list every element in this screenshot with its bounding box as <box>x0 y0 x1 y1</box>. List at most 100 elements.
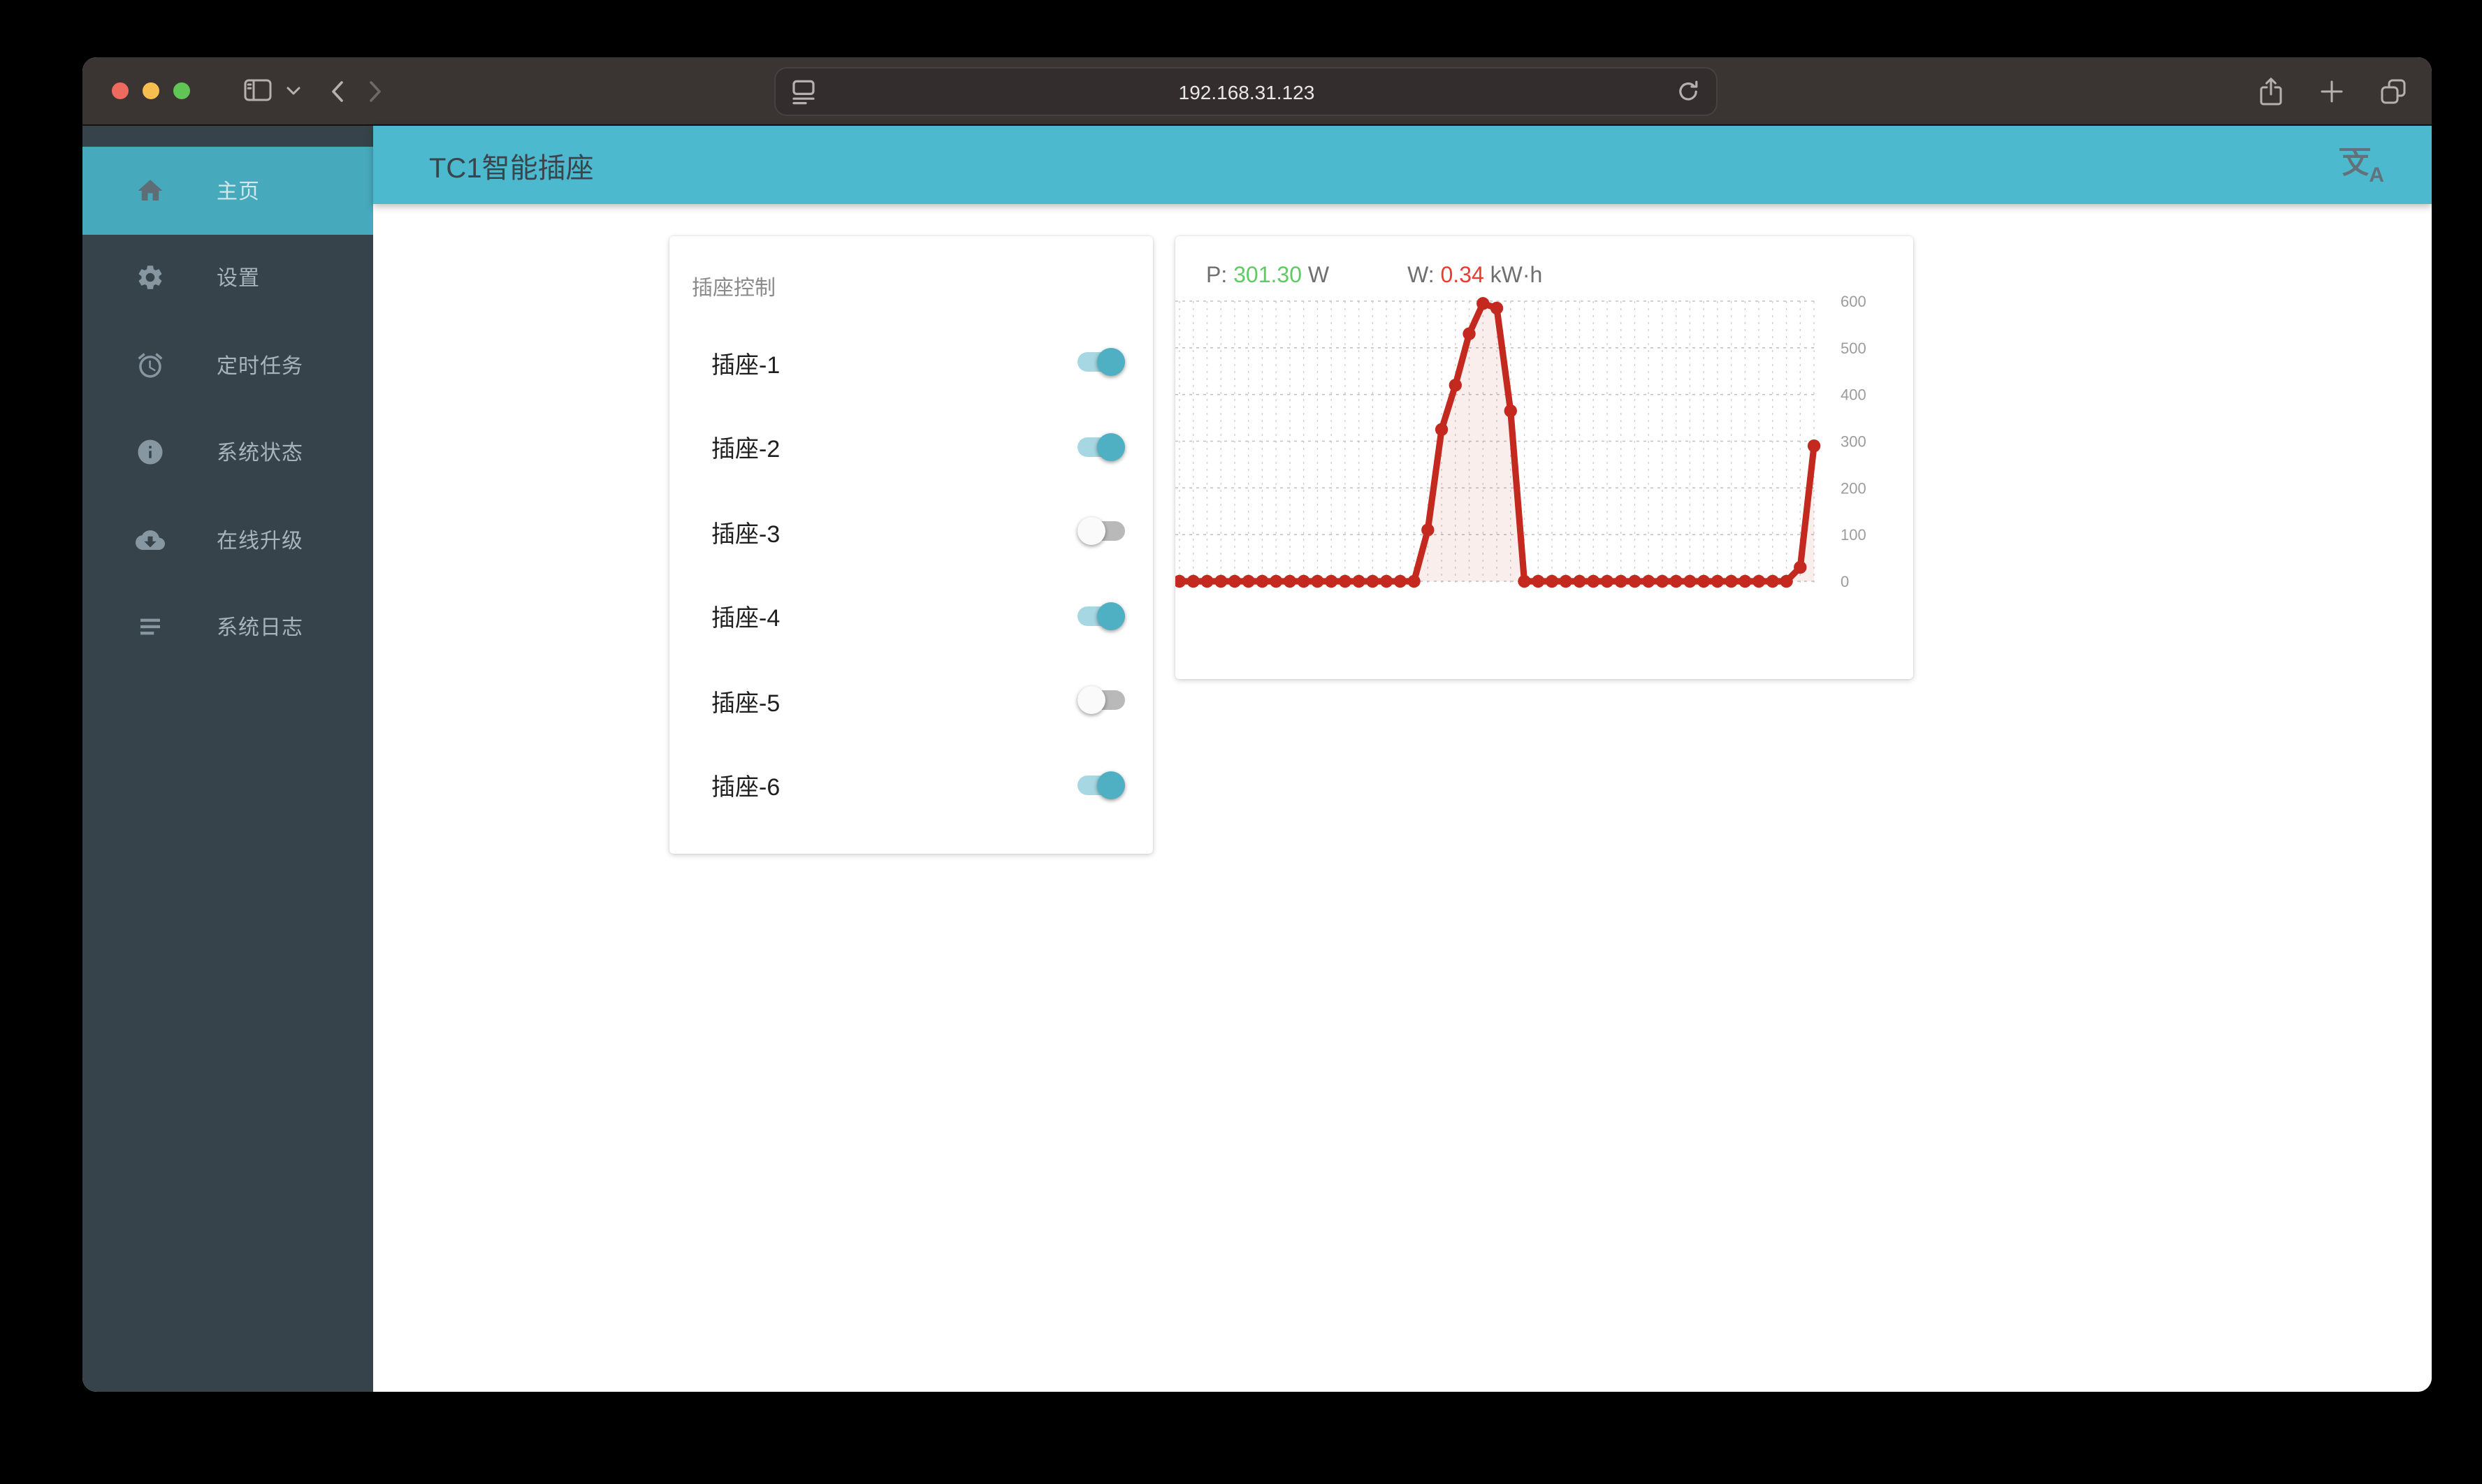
socket-label: 插座-6 <box>711 774 781 801</box>
toolbar-right-group <box>2258 57 2407 126</box>
alarm-icon <box>138 352 163 377</box>
sidebar-item-1[interactable]: 主页 <box>82 147 373 234</box>
y-axis-tick-label: 300 <box>1841 433 1866 451</box>
chart-point <box>1449 379 1462 392</box>
chart-point <box>1600 574 1614 588</box>
y-axis-tick-label: 600 <box>1841 293 1866 310</box>
socket-control-card: 插座控制 插座-1 插座-2 插座-3 插座-4 插座-5 插座-6 <box>669 236 1153 854</box>
chart-point <box>1242 574 1255 588</box>
back-chevron-icon <box>332 80 343 101</box>
forward-button[interactable] <box>369 80 382 101</box>
y-axis-tick-label: 500 <box>1841 340 1866 357</box>
socket-card-title: 插座控制 <box>692 277 776 300</box>
reload-icon[interactable] <box>1677 80 1699 103</box>
close-button[interactable] <box>112 82 129 99</box>
sidebar-item-label: 定时任务 <box>217 354 304 379</box>
chart-point <box>1573 574 1586 588</box>
y-axis-tick-label: 400 <box>1841 386 1866 404</box>
chart-point <box>1628 574 1641 588</box>
cloud-download-icon <box>136 530 165 550</box>
power-line-chart: 600 500 400 300 200 100 0 <box>1175 293 1866 590</box>
socket-row-2: 插座-2 <box>669 405 1153 489</box>
chart-point <box>1256 574 1269 588</box>
chart-point <box>1379 574 1393 588</box>
chart-point <box>1518 574 1531 588</box>
chart-point <box>1352 574 1365 588</box>
share-button[interactable] <box>2258 77 2284 106</box>
sidebar-item-label: 系统状态 <box>217 442 304 466</box>
minimize-button[interactable] <box>143 82 159 99</box>
browser-window: 192.168.31.123 主页 设置 定时任务 系统状态 在线升级 系统日志… <box>82 57 2432 1392</box>
chart-point <box>1311 574 1324 588</box>
back-button[interactable] <box>331 80 344 101</box>
chart-point <box>1641 574 1655 588</box>
chart-point <box>1587 574 1600 588</box>
socket-label: 插座-5 <box>711 690 781 717</box>
chart-point <box>1435 423 1449 436</box>
chart-point <box>1186 574 1200 588</box>
sidebar-item-5[interactable]: 在线升级 <box>82 496 373 583</box>
socket-label: 插座-4 <box>711 605 781 632</box>
info-icon <box>138 440 163 465</box>
chart-point <box>1421 523 1435 537</box>
chart-point <box>1711 574 1725 588</box>
socket-toggle-5[interactable] <box>1077 686 1125 715</box>
y-axis-tick-label: 100 <box>1841 526 1866 544</box>
socket-row-5: 插座-5 <box>669 658 1153 743</box>
chart-stats: P: 301.30 W W: 0.34 kW·h <box>1175 236 1913 289</box>
home-icon <box>138 179 163 201</box>
screen: 192.168.31.123 主页 设置 定时任务 系统状态 在线升级 系统日志… <box>0 0 2482 1484</box>
address-bar[interactable]: 192.168.31.123 <box>774 67 1718 116</box>
chart-point <box>1175 574 1186 588</box>
page-title: TC1智能插座 <box>429 153 594 184</box>
fullscreen-button[interactable] <box>173 82 190 99</box>
sidebar-item-4[interactable]: 系统状态 <box>82 409 373 496</box>
chart-point <box>1269 574 1283 588</box>
chart-point <box>1297 574 1310 588</box>
translate-icon[interactable]: 文 A <box>2339 147 2384 187</box>
sidebar-item-label: 设置 <box>217 267 261 291</box>
socket-row-1: 插座-1 <box>669 320 1153 405</box>
browser-toolbar: 192.168.31.123 <box>82 57 2432 126</box>
chart-point <box>1283 574 1297 588</box>
sidebar-item-label: 在线升级 <box>217 529 304 553</box>
chart-point <box>1739 574 1752 588</box>
socket-toggle-6[interactable] <box>1077 771 1125 799</box>
chart-point <box>1338 574 1352 588</box>
chart-point <box>1214 574 1228 588</box>
chart-point <box>1752 574 1766 588</box>
main-area: TC1智能插座 文 A 插座控制 插座-1 插座-2 插座-3 插座-4 插座-5 插座-… <box>373 126 2432 1392</box>
chart-point <box>1697 574 1711 588</box>
url-text[interactable]: 192.168.31.123 <box>816 80 1677 103</box>
socket-toggle-3[interactable] <box>1077 517 1125 546</box>
new-tab-button[interactable] <box>2320 80 2344 103</box>
chart-point <box>1559 574 1572 588</box>
y-axis-tick-label: 200 <box>1841 479 1866 497</box>
socket-label: 插座-3 <box>711 521 781 548</box>
app-header: TC1智能插座 文 A <box>373 126 2432 204</box>
tabs-overview-button[interactable] <box>2380 78 2407 105</box>
chart-point <box>1490 301 1504 315</box>
chart-point <box>1407 574 1421 588</box>
chart-point <box>1807 439 1821 453</box>
socket-toggle-1[interactable] <box>1077 348 1125 377</box>
forward-chevron-icon <box>370 80 381 101</box>
sidebar-toggle-button[interactable] <box>243 78 273 103</box>
sidebar-item-6[interactable]: 系统日志 <box>82 583 373 671</box>
chart-point <box>1366 574 1379 588</box>
page-settings-icon[interactable] <box>792 79 816 104</box>
log-lines-icon <box>140 619 160 635</box>
chart-area-fill <box>1180 303 1815 581</box>
tab-group-chevron-button[interactable] <box>286 86 300 96</box>
sidebar-item-2[interactable]: 设置 <box>82 234 373 321</box>
socket-toggle-4[interactable] <box>1077 602 1125 630</box>
socket-toggle-2[interactable] <box>1077 432 1125 461</box>
chart-point <box>1324 574 1338 588</box>
share-icon <box>2260 78 2282 106</box>
chart-point <box>1766 574 1780 588</box>
chart-point <box>1614 574 1627 588</box>
power-stat: P: 301.30 W <box>1206 264 1330 288</box>
gear-icon <box>138 265 162 290</box>
sidebar-item-3[interactable]: 定时任务 <box>82 321 373 409</box>
chart-point <box>1655 574 1669 588</box>
